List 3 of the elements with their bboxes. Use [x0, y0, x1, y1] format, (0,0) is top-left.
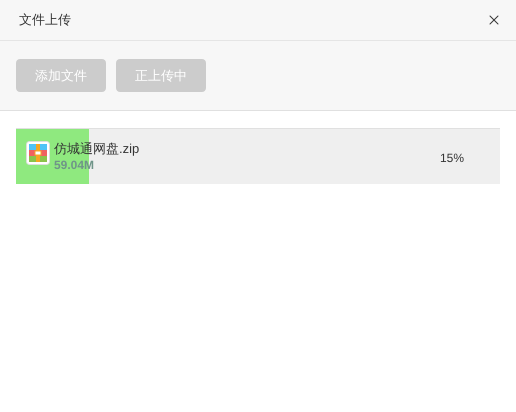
progress-percent: 15% [440, 150, 464, 166]
dialog-title: 文件上传 [19, 11, 71, 30]
archive-icon [26, 140, 50, 164]
